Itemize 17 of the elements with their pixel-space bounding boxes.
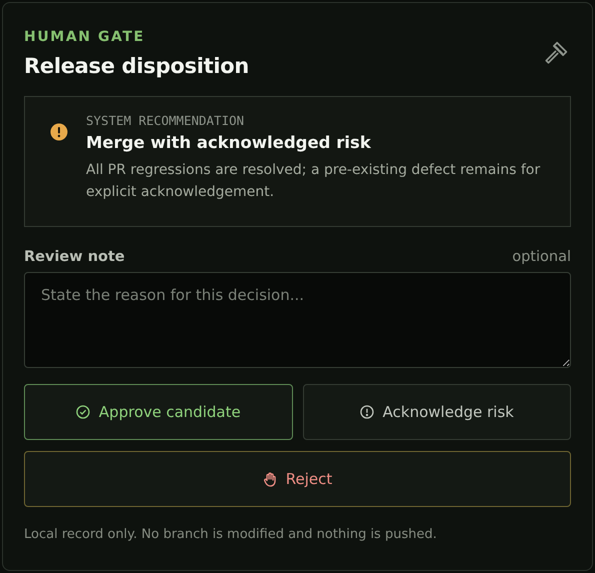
hand-icon [262, 472, 277, 486]
section-label: HUMAN GATE [24, 29, 146, 45]
acknowledge-button[interactable]: Acknowledge risk [302, 384, 571, 440]
card-title: Release disposition [24, 54, 249, 78]
reject-button[interactable]: Reject [24, 451, 571, 507]
field-label: Review note [24, 249, 125, 265]
recommendation-label: SYSTEM RECOMMENDATION [86, 113, 246, 128]
review-note-field[interactable]: State the reason for this decision... [24, 272, 571, 368]
recommendation-text: All PR regressions are resolved; a pre-existing defect remains for explicit acknowledgement. [86, 161, 542, 202]
check-circle-icon [76, 405, 90, 419]
footer-note: Local record only. No branch is modified and nothing is pushed. [24, 527, 438, 542]
approve-button[interactable]: Approve candidate [24, 384, 292, 440]
alert-circle-icon [360, 405, 374, 419]
optional-hint: optional [512, 249, 571, 265]
gavel-icon [543, 40, 569, 66]
recommendation-title: Merge with acknowledged risk [86, 133, 372, 152]
warning-icon [50, 123, 68, 141]
